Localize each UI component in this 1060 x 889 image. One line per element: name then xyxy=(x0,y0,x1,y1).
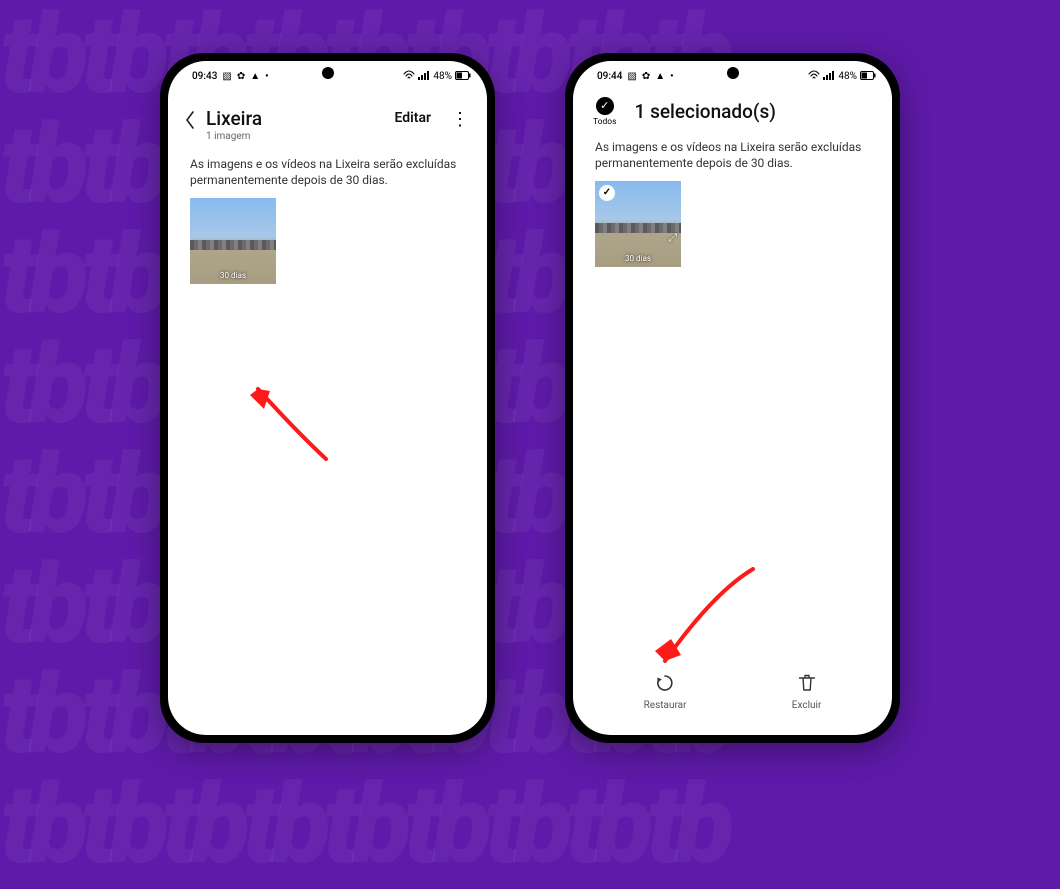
dot-icon: • xyxy=(670,72,674,82)
screen-left: 09:43 ▧ ✿ ▲ • 48% xyxy=(168,61,487,735)
restore-button[interactable]: Restaurar xyxy=(644,673,687,711)
status-battery: 48% xyxy=(838,71,857,82)
days-remaining-badge: 30 dias xyxy=(595,254,681,263)
expand-icon[interactable]: ⤢ xyxy=(668,231,677,245)
more-options-button[interactable]: ⋮ xyxy=(441,107,469,130)
warning-icon: ▲ xyxy=(250,72,260,82)
status-battery: 48% xyxy=(433,71,452,82)
photo-icon: ▧ xyxy=(222,72,231,82)
page-title: Lixeira xyxy=(206,107,384,130)
info-text: As imagens e os vídeos na Lixeira serão … xyxy=(168,150,487,198)
settings-icon: ✿ xyxy=(237,72,245,82)
trash-icon xyxy=(792,673,822,698)
delete-button[interactable]: Excluir xyxy=(792,673,822,711)
info-text: As imagens e os vídeos na Lixeira serão … xyxy=(573,133,892,181)
trash-image-thumbnail-selected[interactable]: ✓ ⤢ 30 dias xyxy=(595,181,681,267)
trash-image-thumbnail[interactable]: 30 dias xyxy=(190,198,276,284)
check-icon: ✓ xyxy=(596,97,614,115)
screen-right: 09:44 ▧ ✿ ▲ • 48% ✓ xyxy=(573,61,892,735)
warning-icon: ▲ xyxy=(655,72,665,82)
bottom-action-bar: Restaurar Excluir xyxy=(573,665,892,735)
photo-icon: ▧ xyxy=(627,72,636,82)
restore-label: Restaurar xyxy=(644,700,687,711)
phone-right: 09:44 ▧ ✿ ▲ • 48% ✓ xyxy=(565,53,900,743)
status-time: 09:44 xyxy=(597,71,622,82)
page-subtitle: 1 imagem xyxy=(206,131,384,142)
battery-icon xyxy=(860,71,876,83)
back-button[interactable] xyxy=(184,107,196,135)
selection-count-title: 1 selecionado(s) xyxy=(635,100,776,123)
wifi-icon xyxy=(403,70,415,83)
select-all-label: Todos xyxy=(593,117,617,127)
signal-icon xyxy=(418,70,430,83)
battery-icon xyxy=(455,71,471,83)
signal-icon xyxy=(823,70,835,83)
camera-notch xyxy=(727,67,739,79)
background-pattern: tbtbtbtbtbtbtbtbtb tbtbtbtbtbtbtbtbtb tb… xyxy=(0,0,1060,795)
select-all-button[interactable]: ✓ Todos xyxy=(593,97,617,127)
dot-icon: • xyxy=(265,72,269,82)
edit-button[interactable]: Editar xyxy=(394,107,431,126)
selection-header: ✓ Todos 1 selecionado(s) xyxy=(573,89,892,133)
app-header: Lixeira 1 imagem Editar ⋮ xyxy=(168,89,487,150)
days-remaining-badge: 30 dias xyxy=(190,271,276,280)
settings-icon: ✿ xyxy=(642,72,650,82)
wifi-icon xyxy=(808,70,820,83)
selected-check-icon: ✓ xyxy=(599,185,615,201)
restore-icon xyxy=(644,673,687,698)
status-time: 09:43 xyxy=(192,71,217,82)
phone-left: 09:43 ▧ ✿ ▲ • 48% xyxy=(160,53,495,743)
camera-notch xyxy=(322,67,334,79)
delete-label: Excluir xyxy=(792,700,822,711)
